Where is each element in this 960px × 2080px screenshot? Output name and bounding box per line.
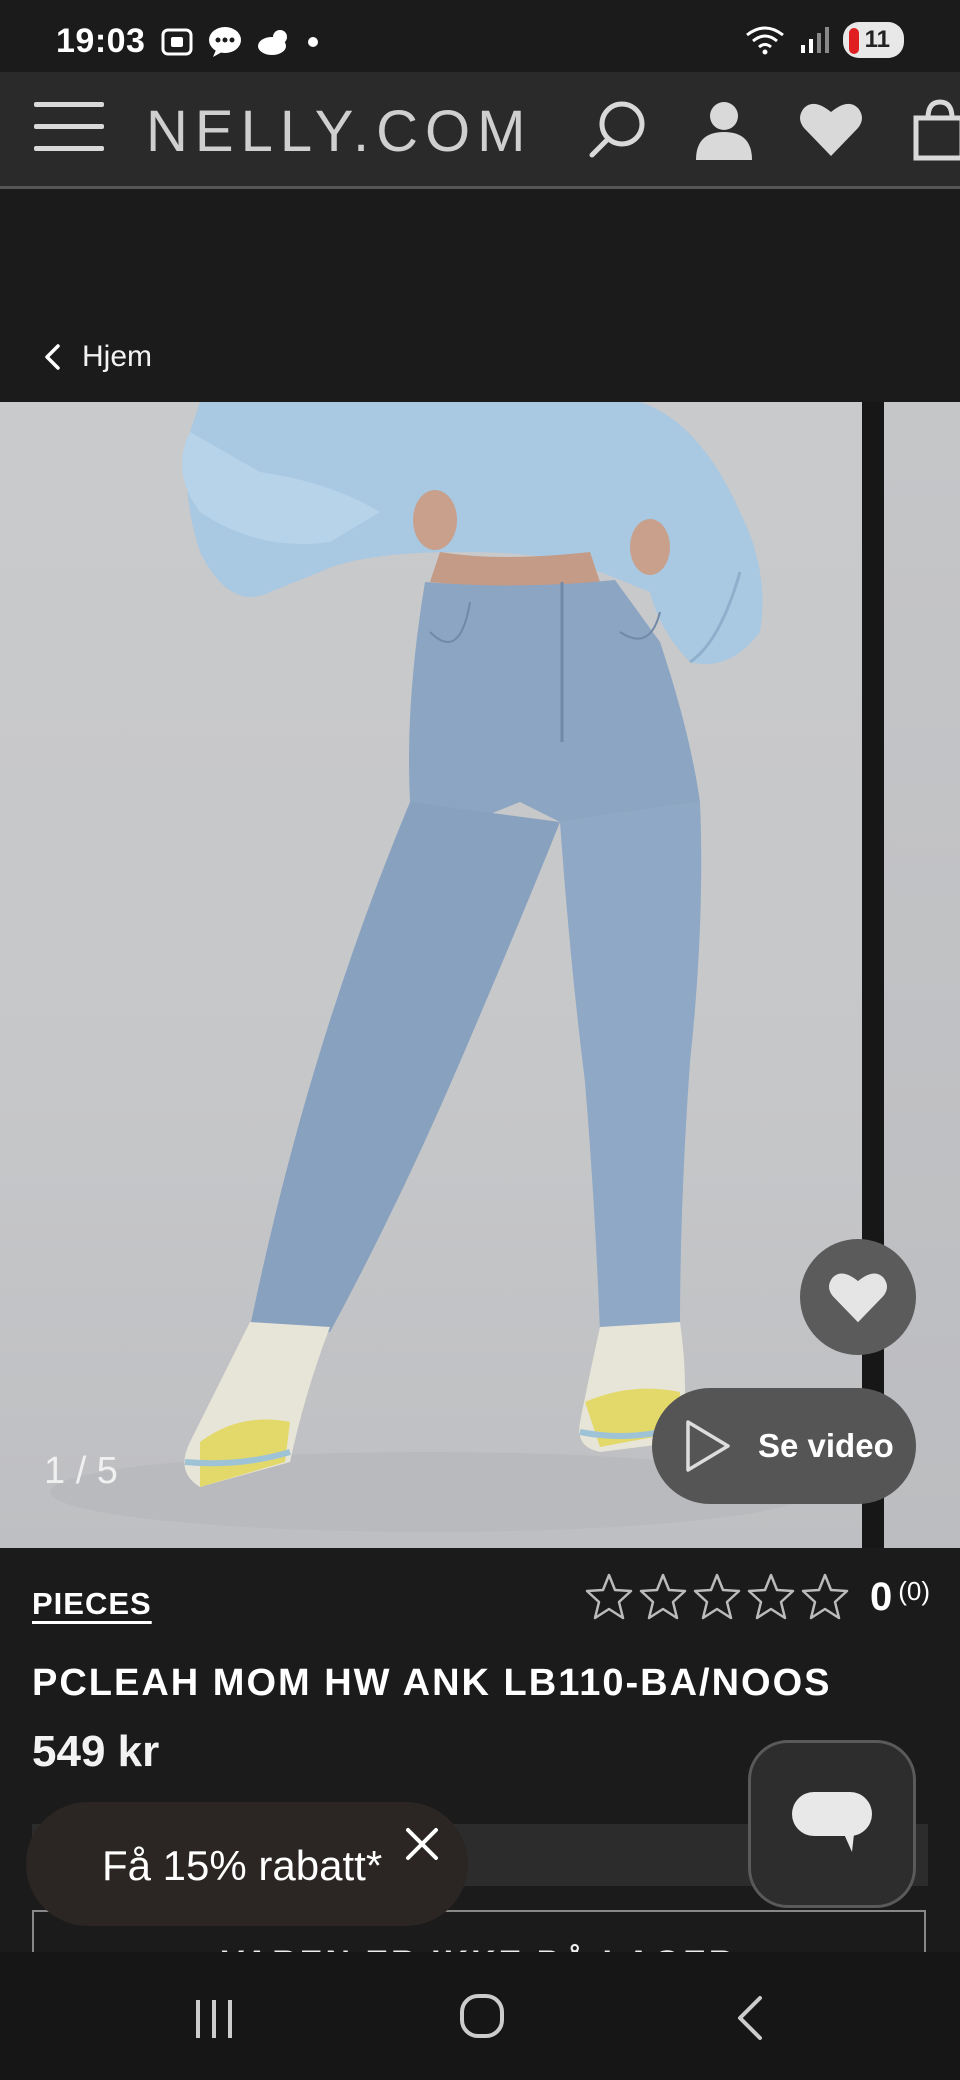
rating-count: (0) [898,1575,931,1606]
status-icons-right: 11 [745,22,904,58]
wifi-icon [745,26,784,55]
status-bar: 19:03 11 [0,0,960,72]
chat-icon [792,1792,872,1852]
discount-popup[interactable]: Få 15% rabatt* [26,1802,468,1926]
android-nav-bar [0,1952,960,2080]
product-photo-illustration [50,402,810,1532]
chat-button[interactable] [748,1740,916,1908]
battery-icon: 11 [842,22,904,58]
heart-icon[interactable] [798,98,864,160]
product-title: PCLEAH MOM HW ANK LB110-BA/NOOS [32,1662,832,1704]
chat-bubble-icon [209,27,241,57]
breadcrumb-label: Hjem [82,340,153,373]
image-counter: 1 / 5 [44,1450,118,1492]
search-icon[interactable] [586,98,650,162]
product-image[interactable] [0,402,862,1548]
watch-video-label: Se video [758,1427,894,1464]
star-empty-icon [585,1573,633,1620]
dot-icon [308,37,318,47]
next-product-image[interactable] [884,402,960,1548]
cart-icon[interactable] [912,98,960,162]
heart-icon [829,1273,887,1323]
rating[interactable]: 0 (0) [584,1572,930,1622]
product-price: 549 kr [32,1727,160,1776]
brand-link[interactable]: PIECES [32,1586,152,1622]
site-header: NELLY.COM [0,72,960,189]
star-empty-icon [747,1573,795,1620]
watch-video-button[interactable]: Se video [652,1388,916,1504]
screenshot-icon [161,28,193,56]
menu-icon[interactable] [34,102,104,156]
star-empty-icon [693,1573,741,1620]
rating-value: 0 [870,1574,893,1619]
star-empty-icon [801,1573,849,1620]
close-icon[interactable] [400,1822,444,1866]
account-icon[interactable] [692,98,756,162]
status-icons-left [160,26,320,58]
product-gallery[interactable]: 1 / 5 Se video [0,402,960,1548]
discount-label: Få 15% rabatt* [102,1842,383,1889]
favorite-button[interactable] [800,1239,916,1355]
status-time: 19:03 [56,22,146,60]
chevron-left-icon [45,344,60,370]
home-icon[interactable] [458,1992,506,2040]
breadcrumb[interactable]: Hjem [42,340,152,374]
recent-apps-icon[interactable] [192,1996,236,2040]
star-empty-icon [639,1573,687,1620]
signal-icon [800,27,829,53]
cloud-weather-icon [258,30,287,55]
site-logo[interactable]: NELLY.COM [146,98,532,165]
play-icon [686,1420,730,1472]
back-icon[interactable] [732,1994,768,2042]
